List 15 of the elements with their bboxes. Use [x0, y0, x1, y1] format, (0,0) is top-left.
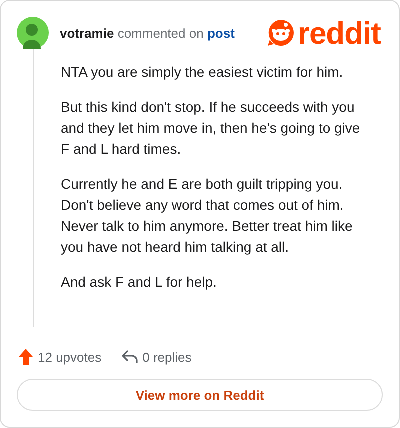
comment-paragraph: And ask F and L for help. — [61, 273, 218, 292]
mascot-icon — [266, 19, 295, 47]
logo-wordmark: reddit — [298, 18, 381, 48]
comment-paragraph: But this kind don't stop. If he succeeds with you and they let him move in, then he's going to give F and L hard times. — [61, 98, 361, 159]
comment-paragraph: Currently he and E are both guilt tripping you. Don't believe any word that comes out of him. Never talk to him anymore. Better treat him like you have not heard him talking at all. — [61, 175, 354, 257]
reply-count: 0 replies — [142, 350, 192, 364]
upvote-icon[interactable] — [19, 349, 33, 365]
reply-icon[interactable] — [122, 350, 138, 364]
view-more-button[interactable]: View more on Reddit — [17, 379, 383, 411]
post-link[interactable]: post — [207, 26, 235, 40]
comment-paragraph: NTA you are simply the easiest victim for him. — [61, 63, 344, 82]
author-name: votramie — [60, 26, 114, 40]
comment-meta: votramie commented on post — [60, 26, 235, 40]
avatar — [17, 17, 49, 49]
upvote-count: 12 upvotes — [38, 350, 102, 364]
